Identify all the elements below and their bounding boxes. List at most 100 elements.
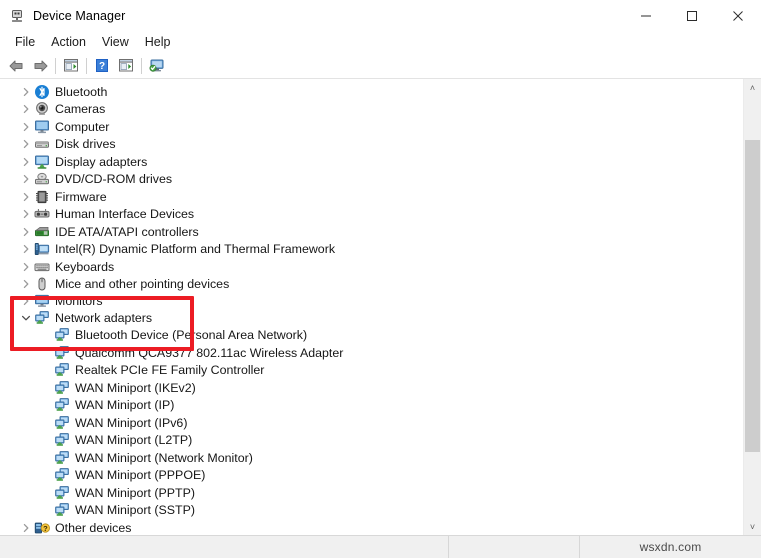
- chevron-right-icon[interactable]: [18, 241, 34, 257]
- show-hide-console-tree-icon[interactable]: [59, 55, 83, 77]
- chevron-right-icon[interactable]: [18, 224, 34, 240]
- chevron-right-icon[interactable]: [18, 101, 34, 117]
- status-pane-watermark: wsxdn.com: [579, 536, 761, 558]
- tree-item[interactable]: Network adapters: [0, 309, 743, 327]
- tree-item[interactable]: Firmware: [0, 188, 743, 206]
- scroll-down-arrow-icon[interactable]: ˅: [744, 518, 761, 535]
- tree-item[interactable]: WAN Miniport (IPv6): [0, 414, 743, 432]
- chevron-right-icon[interactable]: [18, 154, 34, 170]
- tree-item[interactable]: IDE ATA/ATAPI controllers: [0, 223, 743, 241]
- window-controls: [623, 0, 761, 31]
- network-adapter-icon: [54, 450, 70, 466]
- tree-item[interactable]: Computer: [0, 118, 743, 136]
- device-manager-icon: [9, 8, 25, 24]
- tree-item[interactable]: WAN Miniport (IKEv2): [0, 379, 743, 397]
- tree-item-label: WAN Miniport (IP): [75, 398, 175, 413]
- tree-item-label: Bluetooth Device (Personal Area Network): [75, 328, 308, 343]
- tree-item[interactable]: ? Other devices: [0, 519, 743, 535]
- tree-item-label: IDE ATA/ATAPI controllers: [55, 224, 199, 239]
- tree-item[interactable]: Realtek PCIe FE Family Controller: [0, 362, 743, 380]
- scroll-up-arrow-icon[interactable]: ˄: [744, 79, 761, 96]
- toolbar-separator: [141, 57, 142, 74]
- tree-item-label: Cameras: [55, 102, 106, 117]
- tree-item[interactable]: Disk drives: [0, 136, 743, 154]
- tree-item-label: WAN Miniport (PPPOE): [75, 468, 206, 483]
- disk-drive-icon: [34, 136, 50, 152]
- chevron-right-icon[interactable]: [18, 276, 34, 292]
- menu-item-action[interactable]: Action: [43, 34, 94, 51]
- toolbar-separator: [55, 57, 56, 74]
- chevron-right-icon[interactable]: [18, 189, 34, 205]
- chevron-right-icon[interactable]: [18, 259, 34, 275]
- chevron-right-icon[interactable]: [18, 119, 34, 135]
- tree-item[interactable]: Mice and other pointing devices: [0, 276, 743, 294]
- tree-item-label: Disk drives: [55, 137, 116, 152]
- tree-item[interactable]: Qualcomm QCA9377 802.11ac Wireless Adapt…: [0, 344, 743, 362]
- window-title: Device Manager: [33, 8, 126, 23]
- thermal-framework-icon: [34, 241, 50, 257]
- tree-item[interactable]: WAN Miniport (L2TP): [0, 432, 743, 450]
- vertical-scrollbar[interactable]: ˄ ˅: [743, 79, 761, 535]
- network-adapter-icon: [54, 415, 70, 431]
- tree-item[interactable]: WAN Miniport (PPPOE): [0, 467, 743, 485]
- tree-item[interactable]: Monitors: [0, 293, 743, 309]
- menu-item-help[interactable]: Help: [137, 34, 179, 51]
- close-button[interactable]: [715, 0, 761, 31]
- scrollbar-track[interactable]: [744, 96, 761, 518]
- tree-item[interactable]: Cameras: [0, 101, 743, 119]
- tree-item[interactable]: DVD/CD-ROM drives: [0, 171, 743, 189]
- network-adapter-icon: [54, 327, 70, 343]
- tree-item-label: WAN Miniport (IKEv2): [75, 380, 196, 395]
- device-tree[interactable]: Bluetooth Cameras Computer Disk drives Displ…: [0, 79, 743, 535]
- chevron-down-icon[interactable]: [18, 310, 34, 326]
- watermark-text: wsxdn.com: [639, 540, 702, 554]
- firmware-icon: [34, 189, 50, 205]
- tree-expander-empty: [38, 467, 54, 483]
- scan-for-hardware-changes-icon[interactable]: [145, 55, 169, 77]
- help-icon[interactable]: ?: [90, 55, 114, 77]
- tree-item[interactable]: Bluetooth Device (Personal Area Network): [0, 327, 743, 345]
- chevron-right-icon[interactable]: [18, 293, 34, 309]
- tree-item[interactable]: WAN Miniport (SSTP): [0, 502, 743, 520]
- chevron-right-icon[interactable]: [18, 136, 34, 152]
- menu-item-file[interactable]: File: [7, 34, 43, 51]
- tree-item[interactable]: Intel(R) Dynamic Platform and Thermal Fr…: [0, 241, 743, 259]
- tree-expander-empty: [38, 345, 54, 361]
- tree-item-label: WAN Miniport (PPTP): [75, 485, 196, 500]
- tree-item-label: Realtek PCIe FE Family Controller: [75, 363, 265, 378]
- minimize-button[interactable]: [623, 0, 669, 31]
- tree-item-label: Network adapters: [55, 310, 153, 325]
- tree-item[interactable]: WAN Miniport (PPTP): [0, 484, 743, 502]
- monitor-icon: [34, 293, 50, 309]
- chevron-right-icon[interactable]: [18, 171, 34, 187]
- tree-item-label: Qualcomm QCA9377 802.11ac Wireless Adapt…: [75, 345, 344, 360]
- properties-icon[interactable]: [114, 55, 138, 77]
- tree-item[interactable]: Keyboards: [0, 258, 743, 276]
- other-device-icon: ?: [34, 520, 50, 535]
- hid-icon: [34, 206, 50, 222]
- tree-item[interactable]: Bluetooth: [0, 83, 743, 101]
- tree-item[interactable]: Display adapters: [0, 153, 743, 171]
- tree-item[interactable]: WAN Miniport (Network Monitor): [0, 449, 743, 467]
- device-manager-window: Device Manager File Action View Help ? B…: [0, 0, 761, 558]
- chevron-right-icon[interactable]: [18, 84, 34, 100]
- menu-bar: File Action View Help: [0, 31, 761, 53]
- menu-item-view[interactable]: View: [94, 34, 137, 51]
- chevron-right-icon[interactable]: [18, 520, 34, 535]
- scrollbar-thumb[interactable]: [745, 140, 760, 452]
- tree-item-label: WAN Miniport (IPv6): [75, 415, 188, 430]
- tree-expander-empty: [38, 485, 54, 501]
- network-adapter-icon: [54, 467, 70, 483]
- status-bar: wsxdn.com: [0, 536, 761, 558]
- maximize-button[interactable]: [669, 0, 715, 31]
- tree-item[interactable]: WAN Miniport (IP): [0, 397, 743, 415]
- back-arrow-icon[interactable]: [4, 55, 28, 77]
- chevron-right-icon[interactable]: [18, 206, 34, 222]
- tree-expander-empty: [38, 397, 54, 413]
- tree-item-label: Other devices: [55, 520, 132, 535]
- tree-expander-empty: [38, 327, 54, 343]
- status-pane-secondary: [448, 536, 579, 558]
- forward-arrow-icon[interactable]: [28, 55, 52, 77]
- tree-item-label: Mice and other pointing devices: [55, 277, 230, 292]
- tree-item[interactable]: Human Interface Devices: [0, 206, 743, 224]
